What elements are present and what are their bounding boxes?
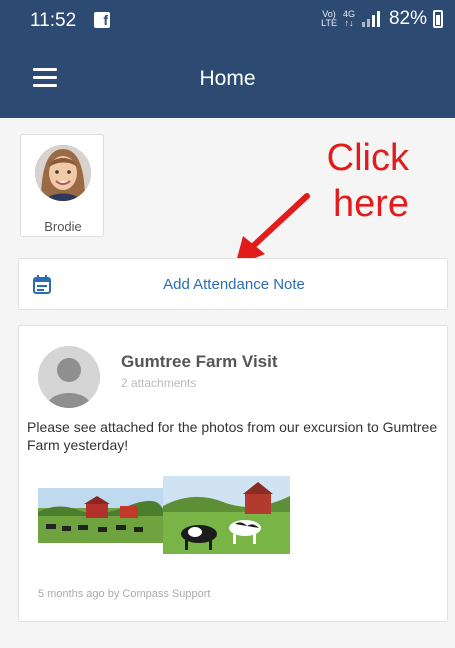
status-time: 11:52 — [30, 10, 77, 31]
status-indicators: Vo) LTE 4G ↑↓ 82% — [321, 8, 443, 30]
news-body: Please see attached for the photos from … — [27, 419, 438, 453]
facebook-icon: f — [94, 12, 110, 28]
author-avatar — [38, 346, 100, 408]
battery-percent: 82% — [388, 8, 427, 29]
student-card[interactable]: Brodie — [20, 134, 104, 237]
student-avatar — [35, 145, 91, 201]
volte-indicator: Vo) LTE — [321, 9, 337, 28]
status-bar: 11:52 f Vo) LTE 4G ↑↓ 82% — [0, 0, 455, 40]
add-attendance-note-button[interactable]: Add Attendance Note — [18, 258, 448, 310]
click-here-annotation: Click here — [326, 137, 409, 225]
farm-photo-thumbnail-2[interactable] — [163, 476, 290, 554]
farm-photo-thumbnail-1[interactable] — [38, 488, 163, 543]
attachments-count: 2 attachments — [121, 376, 197, 390]
news-title: Gumtree Farm Visit — [121, 352, 278, 371]
news-meta: 5 months ago by Compass Support — [38, 588, 211, 600]
student-name: Brodie — [44, 219, 82, 234]
news-item-card: Gumtree Farm Visit 2 attachments Please … — [18, 325, 448, 622]
add-attendance-note-label: Add Attendance Note — [163, 276, 305, 293]
network-indicator: 4G ↑↓ — [342, 9, 355, 28]
app-bar: Home — [0, 40, 455, 118]
battery-icon — [433, 10, 443, 28]
signal-icon — [361, 11, 380, 27]
page-title: Home — [199, 67, 256, 90]
